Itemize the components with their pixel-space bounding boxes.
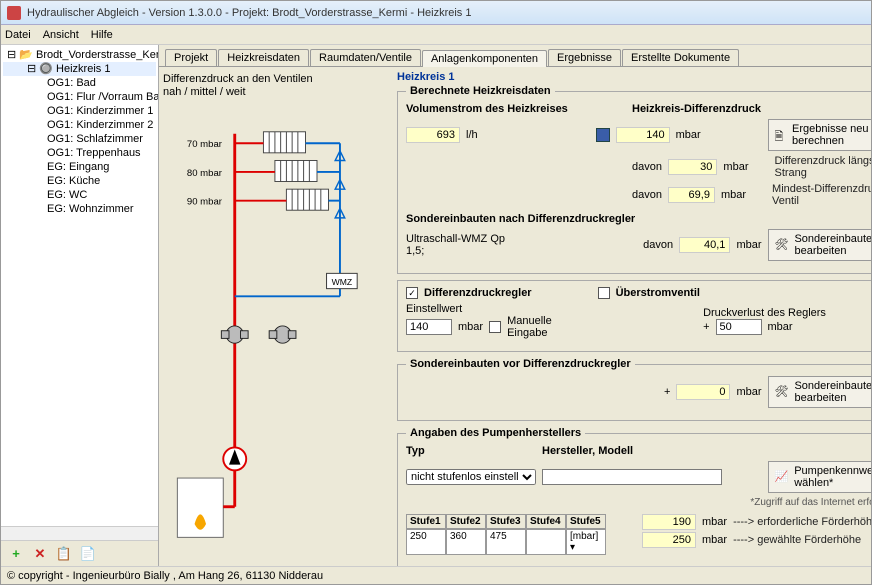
vol-value: 693	[406, 127, 460, 143]
project-tree[interactable]: ⊟ 📂 Brodt_Vorderstrasse_Kermi ⊟ 🔘 Heizkr…	[1, 45, 158, 526]
tab-anlagenkomponenten[interactable]: Anlagenkomponenten	[422, 50, 547, 67]
copy-button[interactable]: 📋	[55, 545, 73, 563]
sonder-nach-button[interactable]: 🛠 Sondereinbauten bearbeiten	[768, 229, 872, 261]
stufe-header: Stufe2	[446, 514, 486, 529]
sonder-nach-label: Sondereinbauten nach Differenzdruckregle…	[406, 213, 635, 225]
stufe2-input[interactable]: 360	[446, 529, 486, 555]
stufe1-input[interactable]: 250	[406, 529, 446, 555]
svg-text:WMZ: WMZ	[332, 277, 353, 287]
pump-type-select[interactable]: nicht stufenlos einstellbar	[406, 469, 536, 485]
sonder-vor-value: 0	[676, 384, 730, 400]
dp-ventil-value: 69,9	[668, 187, 715, 203]
sonder-vor-button[interactable]: 🛠 Sondereinbauten bearbeiten	[768, 376, 872, 408]
app-icon	[7, 6, 21, 20]
tree-room[interactable]: OG1: Kinderzimmer 1	[3, 104, 156, 118]
wrench-icon: 🛠	[775, 385, 789, 399]
erf-value: 190	[642, 514, 696, 530]
statusbar: © copyright - Ingenieurbüro Bially , Am …	[1, 566, 871, 584]
stufe-header: Stufe3	[486, 514, 526, 529]
gew-label: ----> gewählte Förderhöhe	[733, 534, 861, 546]
dp-unit: mbar	[676, 129, 701, 141]
sonder-vor-group: Sondereinbauten vor Differenzdruckregler…	[397, 358, 871, 421]
pump-model-input[interactable]	[542, 469, 722, 485]
copyright: © copyright - Ingenieurbüro Bially , Am …	[7, 570, 323, 582]
tab-bar: Projekt Heizkreisdaten Raumdaten/Ventile…	[159, 45, 871, 67]
diagram-caption-1: Differenzdruck an den Ventilen	[163, 73, 313, 85]
hydraulic-diagram: Differenzdruck an den Ventilen nah / mit…	[159, 67, 393, 566]
tree-room[interactable]: EG: Küche	[3, 174, 156, 188]
svg-text:90 mbar: 90 mbar	[187, 196, 223, 207]
calc-legend: Berechnete Heizkreisdaten	[406, 85, 555, 97]
diagram-caption-2: nah / mittel / weit	[163, 86, 246, 98]
dp-regler-checkbox[interactable]: ✓	[406, 287, 418, 299]
panel-title: Heizkreis 1	[397, 71, 871, 83]
window-title: Hydraulischer Abgleich - Version 1.3.0.0…	[27, 7, 471, 19]
dp-label: Heizkreis-Differenzdruck	[632, 103, 782, 115]
tab-raumdaten[interactable]: Raumdaten/Ventile	[310, 49, 421, 66]
tree-root[interactable]: ⊟ 📂 Brodt_Vorderstrasse_Kermi	[3, 48, 156, 62]
tree-room[interactable]: EG: Wohnzimmer	[3, 202, 156, 216]
dp-value: 140	[616, 127, 670, 143]
pump-values-button[interactable]: 📈 Pumpenkennwerte wählen*	[768, 461, 872, 493]
svg-text:70 mbar: 70 mbar	[187, 139, 223, 150]
pump-group: Angaben des Pumpenherstellers Typ Herste…	[397, 427, 871, 566]
recalc-button[interactable]: 🗎 Ergebnisse neu berechnen	[768, 119, 872, 151]
stufe-header: Stufe1	[406, 514, 446, 529]
delete-button[interactable]: ✕	[31, 545, 49, 563]
dp-ventil-label: Mindest-Differenzdruck am Ventil	[772, 183, 871, 207]
tree-room[interactable]: OG1: Kinderzimmer 2	[3, 118, 156, 132]
menu-hilfe[interactable]: Hilfe	[91, 29, 113, 41]
tree-room[interactable]: EG: WC	[3, 188, 156, 202]
svg-text:80 mbar: 80 mbar	[187, 168, 223, 179]
tree-room[interactable]: EG: Eingang	[3, 160, 156, 174]
stufe4-input[interactable]	[526, 529, 566, 555]
tab-ergebnisse[interactable]: Ergebnisse	[548, 49, 621, 66]
menubar: Datei Ansicht Hilfe	[1, 25, 871, 45]
wrench-icon: 🛠	[775, 238, 789, 252]
tree-room[interactable]: OG1: Flur /Vorraum Ba	[3, 90, 156, 104]
stufe3-input[interactable]: 475	[486, 529, 526, 555]
pressure-icon	[596, 128, 610, 142]
stufe5-input[interactable]: [mbar] ▾	[566, 529, 606, 555]
tree-room[interactable]: OG1: Schlafzimmer	[3, 132, 156, 146]
tab-projekt[interactable]: Projekt	[165, 49, 217, 66]
sheet-icon: 🗎	[775, 128, 787, 142]
ultraschall-text: Ultraschall-WMZ Qp 1,5;	[406, 233, 519, 257]
calculated-data-group: Berechnete Heizkreisdaten Volumenstrom d…	[397, 85, 871, 274]
pump-icon: 📈	[775, 470, 789, 484]
vol-label: Volumenstrom des Heizkreises	[406, 103, 586, 115]
einstellwert-input[interactable]	[406, 319, 452, 335]
tab-dokumente[interactable]: Erstellte Dokumente	[622, 49, 739, 66]
dp-strang-value: 30	[668, 159, 717, 175]
schematic-svg: WMZ	[163, 105, 383, 545]
druckverlust-input[interactable]	[716, 319, 762, 335]
sonder-nach-value: 40,1	[679, 237, 730, 253]
ueberstrom-checkbox[interactable]	[598, 287, 610, 299]
menu-datei[interactable]: Datei	[5, 29, 31, 41]
stufe-header: Stufe5	[566, 514, 606, 529]
vol-unit: l/h	[466, 129, 478, 141]
gew-value: 250	[642, 532, 696, 548]
tree-room[interactable]: OG1: Bad	[3, 76, 156, 90]
pump-note: *Zugriff auf das Internet erforderlich	[406, 497, 871, 508]
dp-regulator-group: ✓ Differenzdruckregler Überstromventil E…	[397, 280, 871, 352]
tree-heizkreis[interactable]: ⊟ 🔘 Heizkreis 1	[3, 62, 156, 76]
tree-room[interactable]: OG1: Treppenhaus	[3, 146, 156, 160]
tab-heizkreisdaten[interactable]: Heizkreisdaten	[218, 49, 309, 66]
add-button[interactable]: +	[7, 545, 25, 563]
stufe-header: Stufe4	[526, 514, 566, 529]
export-button[interactable]: 📄	[79, 545, 97, 563]
erf-label: ----> erforderliche Förderhöhe	[733, 516, 871, 528]
sidebar-hscroll[interactable]	[1, 526, 158, 540]
dp-strang-label: Differenzdruck längster Strang	[774, 155, 871, 179]
manuell-checkbox[interactable]	[489, 321, 501, 333]
menu-ansicht[interactable]: Ansicht	[43, 29, 79, 41]
